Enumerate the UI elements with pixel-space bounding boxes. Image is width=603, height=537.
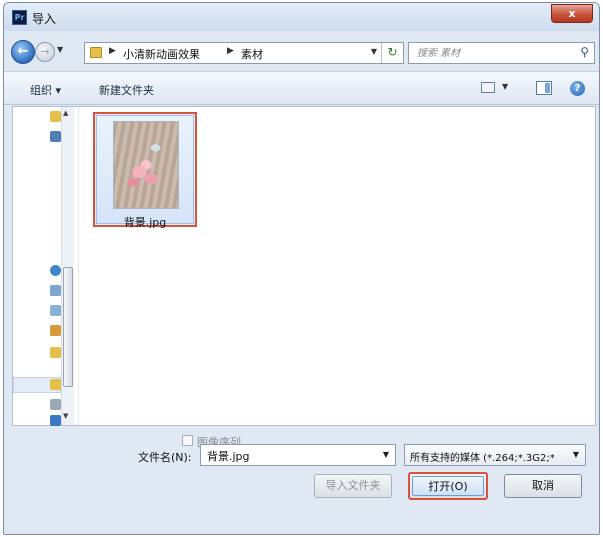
new-folder-button[interactable]: 新建文件夹 [99,82,154,98]
organize-menu[interactable]: 组织 ▾ [30,82,61,98]
scroll-up-arrow-icon[interactable]: ▲ [63,109,68,117]
search-box[interactable]: ⚲ [408,42,595,64]
file-item-selection: 背景.jpg [96,115,194,229]
library-icon[interactable] [50,285,61,296]
file-item[interactable]: 背景.jpg [93,112,197,229]
image-sequence-checkbox[interactable] [182,435,193,446]
file-name-label: 文件名(N): [138,451,192,464]
folder-icon [50,379,61,390]
folder-icon[interactable] [50,347,61,358]
search-input[interactable] [417,46,567,61]
scrollbar-thumb[interactable] [63,267,73,387]
toolbar: 组织 ▾ 新建文件夹 ▼ ? [4,71,599,105]
refresh-icon[interactable]: ↻ [381,43,403,63]
drive-icon[interactable] [50,415,61,426]
scroll-down-arrow-icon[interactable]: ▼ [63,412,68,420]
window-title: 导入 [32,12,57,26]
file-thumbnail [113,121,179,209]
file-name-combobox[interactable]: ▼ [200,444,396,466]
folder-icon[interactable] [50,111,61,122]
breadcrumb-item[interactable]: 素材 [241,46,263,62]
breadcrumb-separator-icon[interactable]: ▶ [227,46,234,56]
title-bar: Pr 导入 x [4,3,599,31]
network-icon[interactable] [50,265,61,276]
open-button-label: 打开(O) [412,476,484,496]
recent-locations-chevron-icon[interactable]: ▼ [57,45,63,54]
chevron-down-icon[interactable]: ▼ [383,450,389,459]
chevron-down-icon[interactable]: ▼ [573,450,579,459]
back-arrow-icon[interactable]: ← [11,40,35,64]
computer-icon[interactable] [50,399,61,410]
music-icon[interactable] [50,325,61,336]
premiere-app-icon: Pr [12,10,27,25]
file-type-value: 所有支持的媒体 (*.264;*.3G2;* [410,453,555,464]
address-dropdown-chevron-icon[interactable]: ▼ [371,47,377,56]
pictures-icon[interactable] [50,305,61,316]
address-bar[interactable]: ▶ 小清新动画效果 ▶ 素材 ▼ ↻ [84,42,404,64]
navigation-pane: ▲ ▼ [13,107,79,426]
file-type-select[interactable]: 所有支持的媒体 (*.264;*.3G2;* ▼ [404,444,586,466]
breadcrumb-item[interactable]: 小清新动画效果 [123,46,200,62]
import-dialog: Pr 导入 x ← → ▼ ▶ 小清新动画效果 ▶ 素材 ▼ ↻ ⚲ 组织 ▾ … [3,2,600,535]
address-row: ← → ▼ ▶ 小清新动画效果 ▶ 素材 ▼ ↻ ⚲ [4,31,599,71]
import-folder-button[interactable]: 导入文件夹 [314,474,392,498]
folder-icon [90,47,102,58]
close-button[interactable]: x [551,4,593,23]
breadcrumb-separator-icon[interactable]: ▶ [109,46,116,56]
cancel-button[interactable]: 取消 [504,474,582,498]
file-name: 背景.jpg [123,216,167,229]
nav-scrollbar[interactable]: ▲ ▼ [61,107,74,425]
view-options-chevron-icon[interactable]: ▼ [502,82,508,91]
file-name-input[interactable] [207,448,367,463]
file-browser: ▲ ▼ 背景.jpg [12,106,596,426]
open-button[interactable]: 打开(O) [408,472,488,500]
forward-arrow-icon[interactable]: → [35,42,55,62]
search-icon[interactable]: ⚲ [580,45,589,59]
recent-places-icon[interactable] [50,131,61,142]
view-options-icon[interactable] [481,82,495,93]
preview-pane-icon[interactable] [536,81,552,95]
help-icon[interactable]: ? [570,81,585,96]
